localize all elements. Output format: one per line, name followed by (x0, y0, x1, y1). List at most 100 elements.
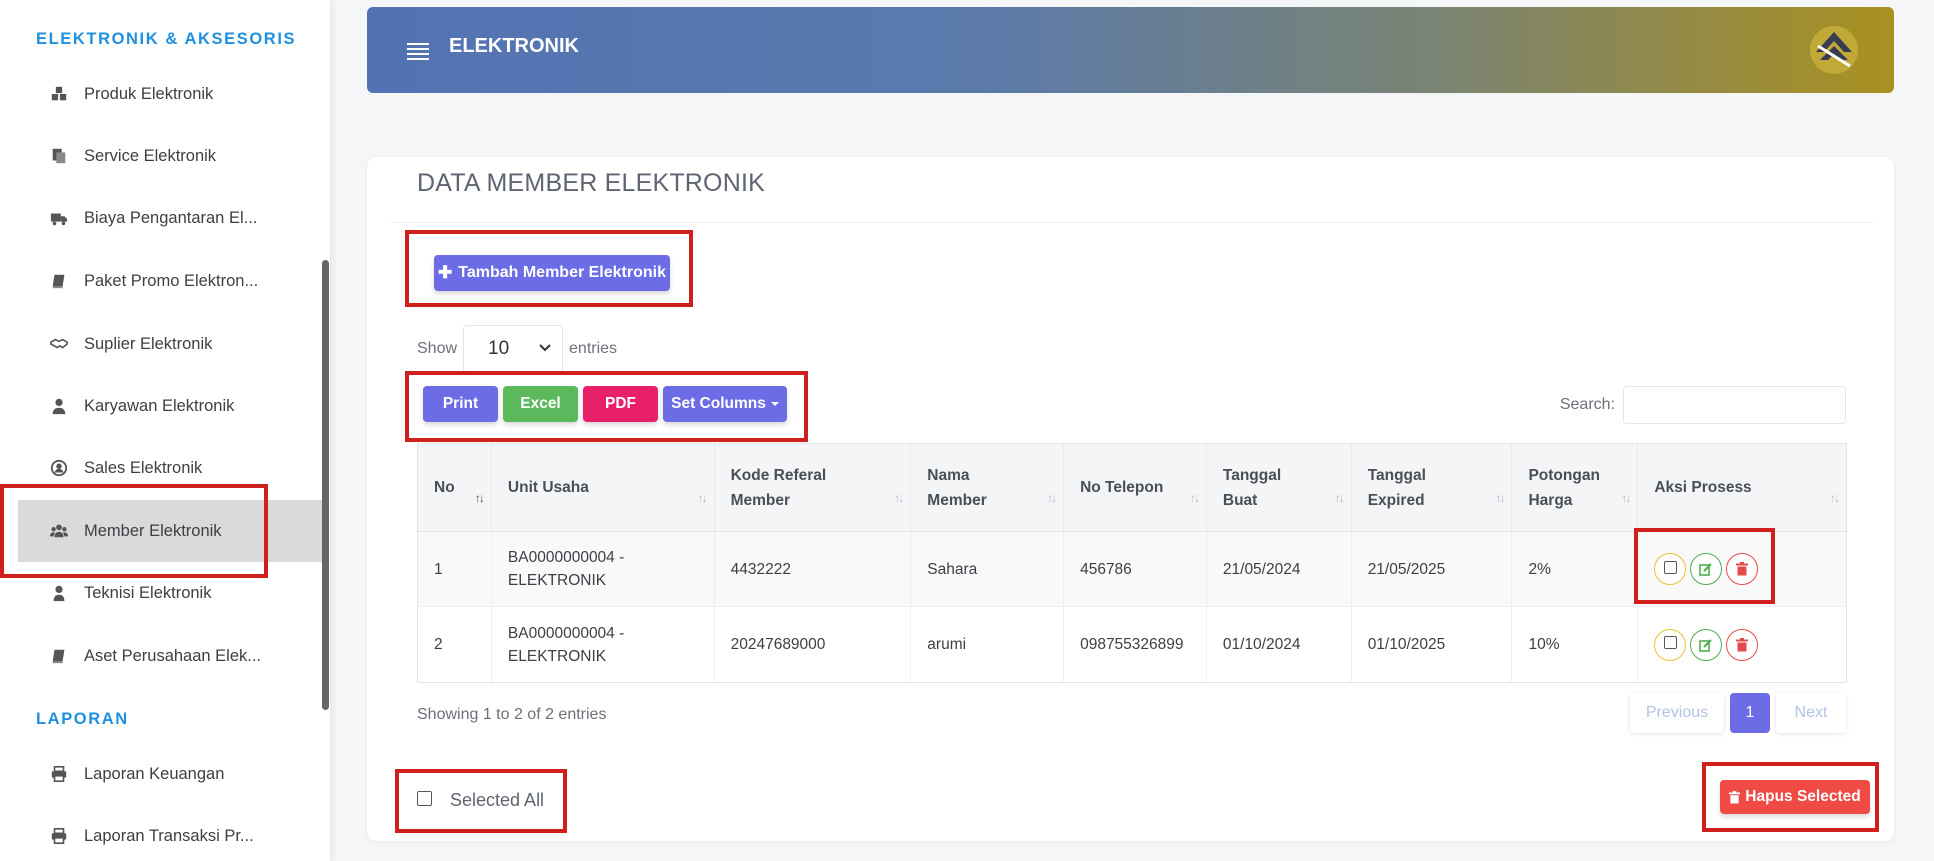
col-header-line: Kode Referal (730, 466, 827, 484)
sidebar-item-label: Member Elektronik (84, 521, 222, 540)
row-select-checkbox[interactable] (1654, 553, 1687, 585)
export-buttons: Print Excel PDF Set Columns (423, 386, 787, 422)
plus-icon: ✚ (437, 263, 453, 282)
col-header-kode-referal[interactable]: Kode Referal Member ↑↓ (715, 444, 912, 531)
col-header-nama-member[interactable]: Nama Member ↑↓ (911, 444, 1065, 531)
col-header-tanggal-buat[interactable]: Tanggal Buat ↑↓ (1207, 444, 1352, 531)
page-title: DATA MEMBER ELEKTRONIK (417, 169, 765, 197)
sidebar-item-label: Teknisi Elektronik (84, 583, 212, 602)
col-header-tanggal-expired[interactable]: Tanggal Expired ↑↓ (1352, 444, 1513, 531)
cell-nama-member: Sahara (911, 532, 1065, 606)
sidebar-item-produk[interactable]: Produk Elektronik (18, 63, 322, 125)
search-input[interactable] (1623, 386, 1846, 424)
row-select-checkbox[interactable] (1654, 628, 1687, 661)
col-header-label: No Telepon (1080, 479, 1164, 496)
caret-down-icon (770, 402, 779, 406)
hamburger-menu-icon[interactable] (407, 43, 429, 61)
sort-icon: ↑↓ (1621, 491, 1631, 505)
sidebar-item-teknisi[interactable]: Teknisi Elektronik (18, 562, 322, 624)
sidebar-item-label: Suplier Elektronik (84, 334, 213, 353)
table-row: 2 BA0000000004 - ELEKTRONIK 20247689000 a… (418, 607, 1846, 682)
set-columns-label: Set Columns (671, 395, 766, 412)
sidebar-item-member[interactable]: Member Elektronik (18, 500, 322, 562)
col-header-unit-usaha[interactable]: Unit Usaha ↑↓ (492, 444, 715, 531)
col-header-line: Member (730, 491, 791, 509)
sidebar-section-laporan: LAPORAN (36, 710, 129, 728)
page-length-select[interactable]: 10 (463, 325, 564, 373)
sidebar-item-karyawan[interactable]: Karyawan Elektronik (18, 375, 322, 437)
sidebar-item-label: Biaya Pengantaran El... (84, 208, 258, 227)
brand-logo-icon (1810, 26, 1858, 74)
delete-selected-button[interactable]: Hapus Selected (1720, 780, 1870, 814)
cell-actions (1638, 532, 1846, 606)
col-header-potongan-harga[interactable]: Potongan Harga ↑↓ (1512, 444, 1639, 531)
col-header-aksi[interactable]: Aksi Prosess ↑↓ (1638, 444, 1846, 531)
col-header-label: Potongan Harga (1528, 463, 1599, 513)
col-header-line: Tanggal (1367, 466, 1426, 484)
sidebar-item-laporan-transaksi[interactable]: Laporan Transaksi Pr... (18, 805, 322, 861)
sort-icon: ↑↓ (1189, 491, 1200, 505)
cubes-icon (46, 85, 72, 103)
next-page-button[interactable]: Next (1776, 693, 1846, 733)
sidebar-item-suplier[interactable]: Suplier Elektronik (18, 313, 322, 375)
previous-page-button[interactable]: Previous (1630, 693, 1724, 733)
cell-tanggal-buat: 21/05/2024 (1207, 532, 1352, 606)
sidebar-item-aset[interactable]: Aset Perusahaan Elek... (18, 625, 322, 687)
delete-selected-label: Hapus Selected (1745, 788, 1861, 805)
add-member-label: Tambah Member Elektronik (458, 264, 666, 281)
col-header-line: Tanggal (1222, 466, 1282, 484)
add-member-button[interactable]: ✚ Tambah Member Elektronik (434, 255, 670, 291)
pagination: Previous 1 Next (1630, 693, 1846, 733)
edit-button[interactable] (1690, 553, 1723, 585)
pdf-button[interactable]: PDF (583, 386, 658, 422)
col-header-line: Harga (1528, 491, 1573, 509)
user-icon (46, 584, 72, 602)
checkbox-icon (1663, 636, 1677, 649)
col-header-label: Tanggal Buat (1223, 463, 1281, 513)
select-all-control[interactable]: Selected All (417, 790, 544, 811)
cell-no: 1 (418, 532, 492, 606)
user-tie-icon (46, 397, 72, 415)
sidebar-item-biaya[interactable]: Biaya Pengantaran El... (18, 187, 322, 249)
col-header-no-telepon[interactable]: No Telepon ↑↓ (1064, 444, 1207, 531)
trash-icon (1736, 637, 1749, 651)
col-header-label: Aksi Prosess (1654, 479, 1752, 496)
divider (391, 222, 1874, 223)
cell-line: ELEKTRONIK (507, 647, 607, 665)
sidebar-item-sales[interactable]: Sales Elektronik (18, 437, 322, 499)
col-header-no[interactable]: No ↑↓ (418, 444, 492, 531)
entries-label: entries (569, 340, 618, 357)
col-header-label: Nama Member (927, 463, 986, 513)
sidebar-item-service[interactable]: Service Elektronik (18, 125, 322, 187)
sidebar-item-label: Laporan Keuangan (84, 764, 225, 783)
search-control: Search: (1560, 386, 1846, 424)
cell-line: BA0000000004 - (507, 549, 625, 566)
cell-potongan-harga: 10% (1512, 607, 1639, 682)
set-columns-button[interactable]: Set Columns (663, 386, 787, 422)
cell-actions (1638, 607, 1846, 682)
header-title: ELEKTRONIK (449, 35, 579, 57)
page-1-button[interactable]: 1 (1730, 693, 1770, 733)
member-data-card: DATA MEMBER ELEKTRONIK ✚ Tambah Member E… (367, 157, 1894, 841)
cell-tanggal-expired: 21/05/2025 (1352, 532, 1513, 606)
delete-button[interactable] (1726, 553, 1759, 585)
print-icon (46, 827, 72, 845)
sidebar-item-paket-promo[interactable]: Paket Promo Elektron... (18, 250, 322, 312)
sidebar-scrollbar[interactable] (322, 260, 329, 710)
col-header-label: Kode Referal Member (731, 463, 827, 513)
col-header-label: No (434, 479, 455, 496)
sort-icon: ↑↓ (1830, 491, 1840, 505)
select-all-checkbox[interactable] (417, 791, 432, 806)
print-button[interactable]: Print (423, 386, 498, 422)
cell-tanggal-expired: 01/10/2025 (1352, 607, 1513, 682)
select-all-label: Selected All (450, 790, 545, 810)
delete-button[interactable] (1726, 628, 1759, 661)
truck-icon (46, 209, 72, 227)
book-icon (46, 647, 72, 665)
cell-unit-usaha: BA0000000004 - ELEKTRONIK (492, 532, 715, 606)
sort-icon: ↑↓ (1047, 491, 1057, 505)
sidebar-item-laporan-keuangan[interactable]: Laporan Keuangan (18, 743, 322, 805)
user-circle-icon (46, 459, 72, 477)
edit-button[interactable] (1690, 628, 1723, 661)
excel-button[interactable]: Excel (503, 386, 578, 422)
